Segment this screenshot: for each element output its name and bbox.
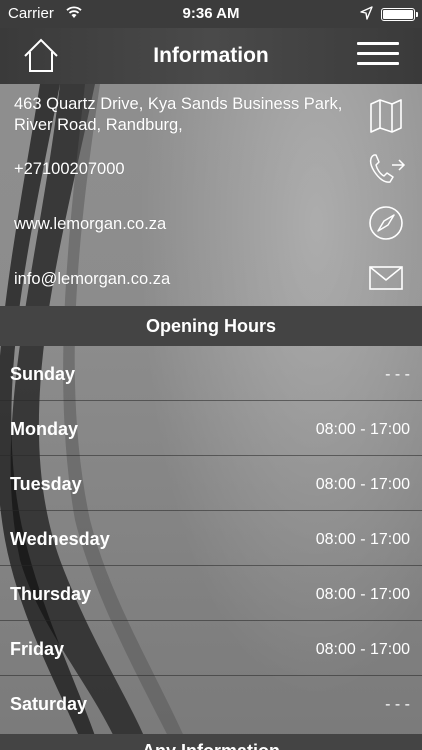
day-label: Saturday [10, 694, 88, 714]
website-text: www.lemorgan.co.za [14, 215, 167, 233]
day-label: Friday [10, 639, 65, 659]
hours-row-thursday: Thursday 08:00 - 17:00 [0, 566, 422, 621]
hours-row-sunday: Sunday - - - [0, 346, 422, 401]
status-time: 9:36 AM [182, 5, 240, 22]
hours-value: 08:00 - 17:00 [315, 586, 410, 603]
day-label: Wednesday [10, 529, 110, 549]
opening-hours-header: Opening Hours [0, 306, 422, 346]
hours-value: - - - [385, 696, 410, 713]
location-arrow-icon [360, 6, 373, 20]
contact-section: 463 Quartz Drive, Kya Sands Business Par… [0, 84, 422, 306]
any-information-header: Any Information [0, 734, 422, 750]
phone-text: +27100207000 [14, 160, 125, 178]
day-label: Sunday [10, 364, 76, 384]
hours-row-friday: Friday 08:00 - 17:00 [0, 621, 422, 676]
day-label: Tuesday [10, 474, 82, 494]
phone-call-icon[interactable] [366, 149, 406, 189]
hours-value: 08:00 - 17:00 [315, 421, 410, 438]
email-text: info@lemorgan.co.za [14, 270, 171, 288]
status-bar: Carrier 9:36 AM [0, 0, 422, 28]
battery-icon [381, 8, 418, 21]
hours-value: 08:00 - 17:00 [315, 476, 410, 493]
hours-row-tuesday: Tuesday 08:00 - 17:00 [0, 456, 422, 511]
mail-icon[interactable] [366, 258, 406, 298]
hours-row-wednesday: Wednesday 08:00 - 17:00 [0, 511, 422, 566]
hours-row-monday: Monday 08:00 - 17:00 [0, 401, 422, 456]
day-label: Monday [10, 419, 79, 439]
hours-row-saturday: Saturday - - - [0, 676, 422, 731]
address-text: 463 Quartz Drive, Kya Sands Business Par… [14, 95, 343, 134]
day-label: Thursday [10, 584, 92, 604]
menu-icon[interactable] [357, 42, 399, 68]
hours-value: - - - [385, 366, 410, 383]
map-icon[interactable] [366, 96, 406, 136]
hours-value: 08:00 - 17:00 [315, 531, 410, 548]
hours-value: 08:00 - 17:00 [315, 641, 410, 658]
compass-icon[interactable] [366, 203, 406, 243]
nav-bar: Information [0, 28, 422, 84]
